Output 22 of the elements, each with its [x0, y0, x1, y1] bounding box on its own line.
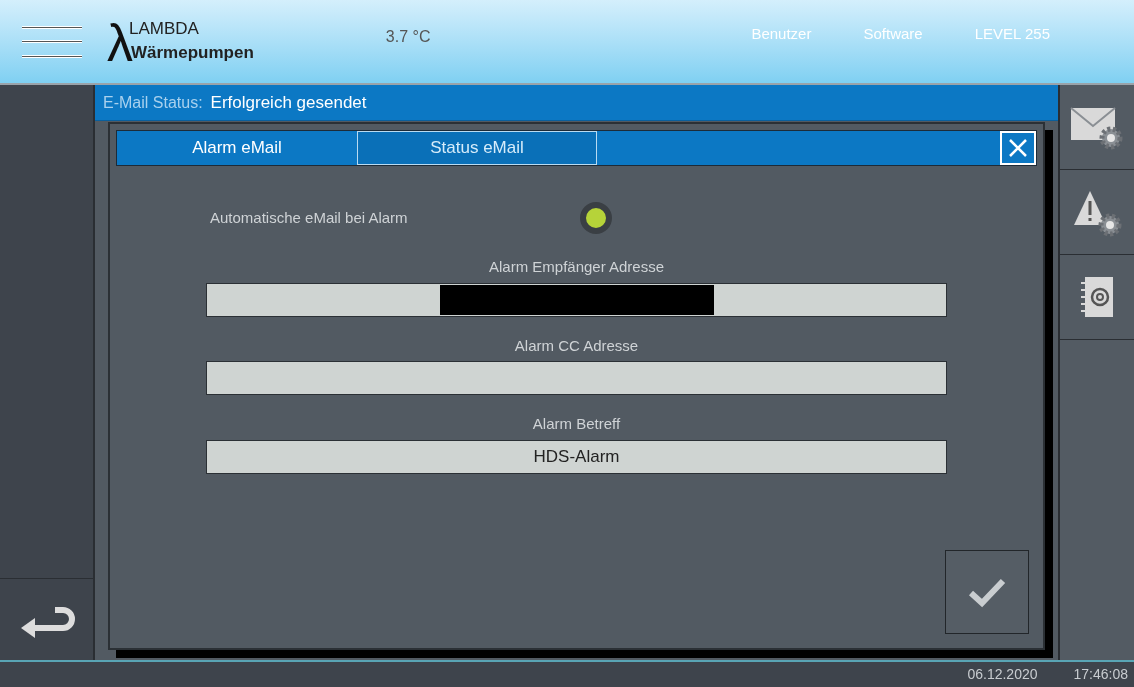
close-icon: [1008, 138, 1028, 158]
status-time: 17:46:08: [1073, 665, 1128, 684]
email-status-value: Erfolgreich gesendet: [210, 91, 367, 114]
field-value: HDS-Alarm: [533, 445, 620, 468]
field-label: Alarm Empfänger Adresse: [488, 257, 665, 277]
field-label: Alarm CC Adresse: [514, 335, 639, 356]
address-book-icon: [1079, 275, 1115, 319]
text-field[interactable]: [206, 361, 947, 395]
status-date: 06.12.2020: [967, 665, 1038, 684]
confirm-button[interactable]: [945, 550, 1029, 634]
toggle-label: Automatische eMail bei Alarm: [210, 207, 409, 228]
dialog-tab[interactable]: Status eMail: [357, 131, 597, 165]
field-label: Alarm Betreff: [532, 414, 621, 434]
text-field[interactable]: [206, 282, 947, 317]
alarm-email-lamp[interactable]: [580, 202, 612, 234]
email-status-label: E-Mail Status:: [103, 92, 203, 113]
close-button[interactable]: [1000, 131, 1036, 165]
outdoor-temperature: 3.7 °C: [385, 26, 431, 47]
text-field[interactable]: HDS-Alarm: [206, 439, 947, 474]
checkmark-icon: [967, 576, 1007, 608]
user-level: LEVEL 255: [974, 24, 1050, 45]
brand-subtitle: Wärmepumpen: [131, 42, 254, 64]
